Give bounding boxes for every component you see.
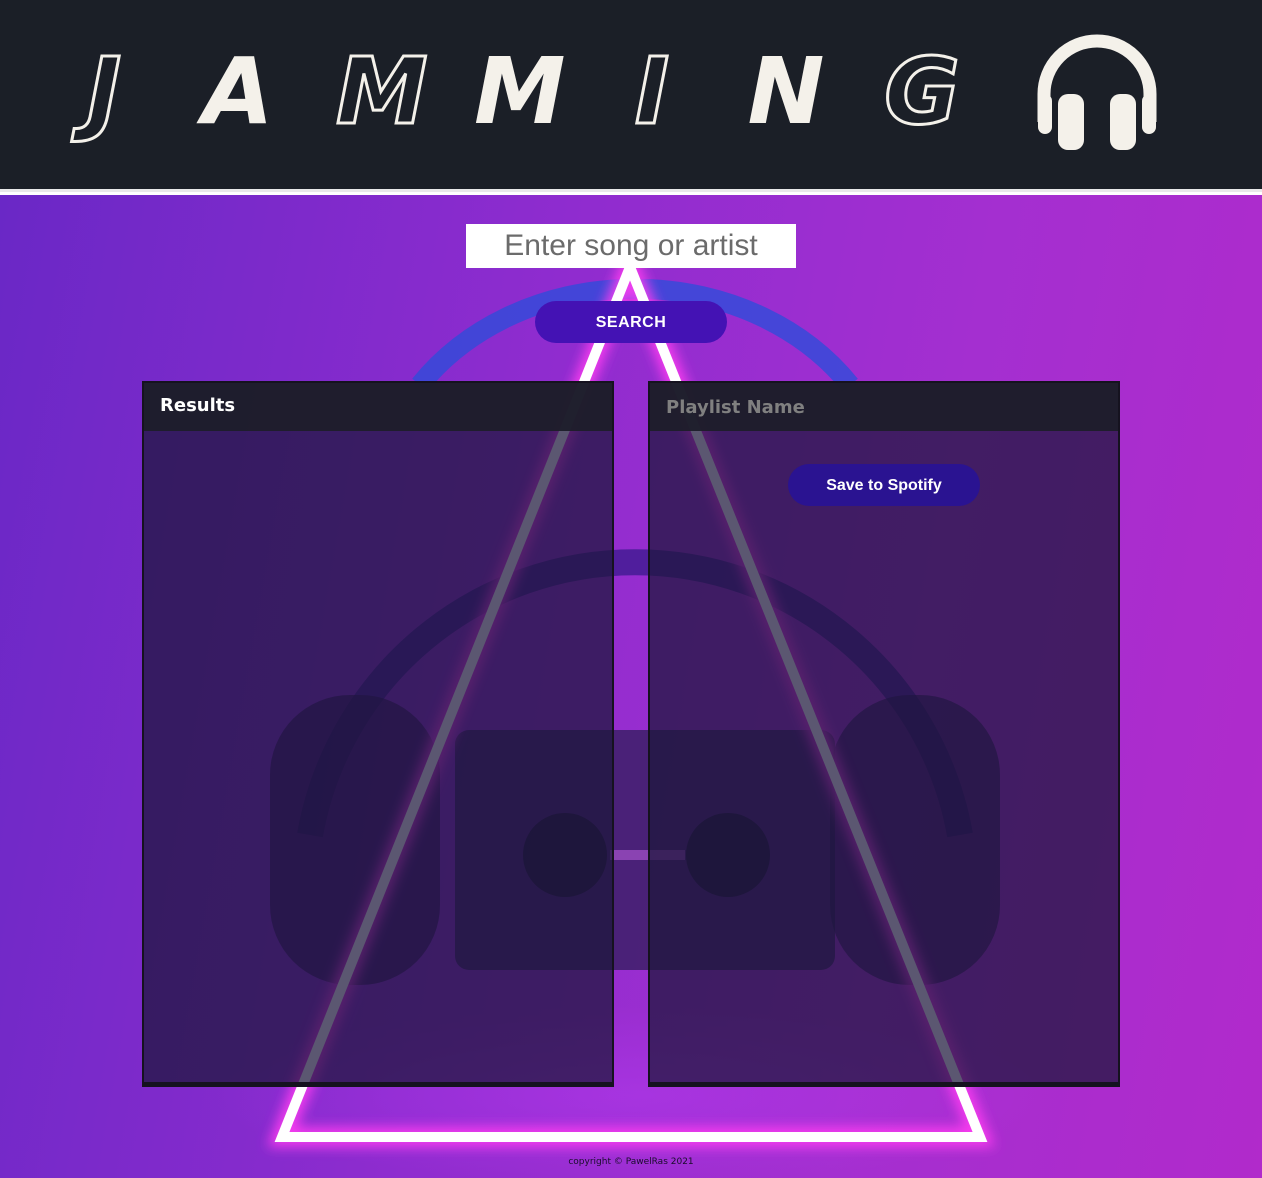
logo-letter-a: A	[202, 38, 274, 145]
results-title: Results	[160, 395, 236, 416]
logo-letter-g: G	[883, 38, 962, 145]
search-button[interactable]: SEARCH	[535, 301, 727, 343]
app-header: J A M M I N G	[0, 0, 1262, 192]
logo-letter-n: N	[747, 38, 825, 145]
playlist-panel: Save to Spotify	[648, 381, 1120, 1087]
logo-letter-m2: M	[474, 38, 566, 145]
playlist-header	[650, 383, 1118, 431]
results-panel: Results	[142, 381, 614, 1087]
playlist-name-input[interactable]	[666, 391, 1086, 423]
headphones-icon	[1037, 34, 1157, 150]
search-input[interactable]	[466, 224, 796, 268]
logo-letter-m1: M	[335, 38, 430, 145]
save-to-spotify-button[interactable]: Save to Spotify	[788, 464, 980, 506]
logo-letter-i: I	[633, 38, 670, 145]
copyright-text: copyright © PawelRas 2021	[568, 1157, 694, 1167]
logo-letter-j: J	[85, 38, 122, 145]
results-header: Results	[144, 383, 612, 431]
